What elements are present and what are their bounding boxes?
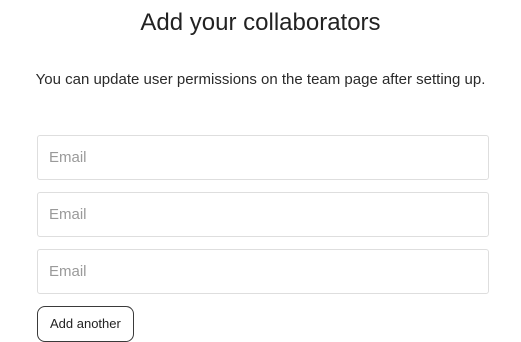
add-another-button[interactable]: Add another (37, 306, 134, 342)
email-field-2[interactable] (37, 192, 489, 237)
email-field-1[interactable] (37, 135, 489, 180)
page-title: Add your collaborators (140, 9, 381, 36)
email-field-3[interactable] (37, 249, 489, 294)
page-subtitle: You can update user permissions on the t… (35, 71, 486, 88)
